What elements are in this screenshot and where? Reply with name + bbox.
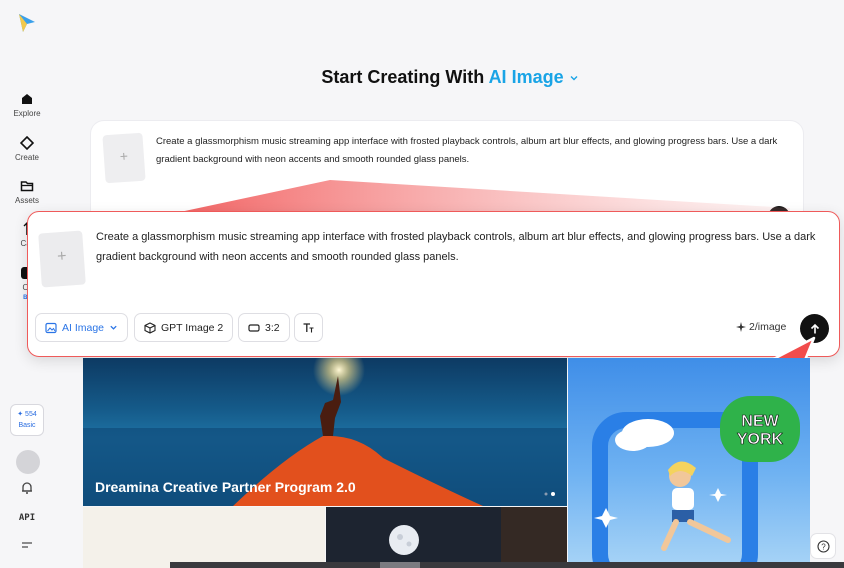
question-circle-icon: ?	[816, 539, 830, 553]
ratio-label: 3:2	[265, 321, 280, 334]
plus-icon: +	[56, 247, 68, 266]
promo-card[interactable]: NEW YORK	[568, 358, 810, 568]
chevron-down-icon	[110, 325, 117, 330]
gallery-tile[interactable]	[326, 507, 567, 568]
model-label: GPT Image 2	[161, 321, 224, 334]
horizontal-scrollbar[interactable]	[170, 562, 844, 568]
text-style-button[interactable]	[294, 313, 323, 342]
reference-image-upload[interactable]: +	[38, 230, 86, 288]
sparkle-icon	[736, 322, 746, 332]
svg-text:NEW: NEW	[741, 413, 779, 430]
promo-image: NEW YORK	[592, 396, 800, 568]
moon-image	[389, 507, 567, 568]
cost-label: 2/image	[749, 321, 787, 333]
featured-banner[interactable]: Dreamina Creative Partner Program 2.0	[83, 358, 567, 506]
image-icon	[45, 322, 57, 333]
mode-dropdown[interactable]: AI Image	[35, 313, 129, 342]
model-selector[interactable]: GPT Image 2	[134, 313, 234, 342]
cost-indicator: 2/image	[736, 321, 786, 333]
help-button[interactable]: ?	[810, 533, 836, 559]
svg-text:?: ?	[821, 542, 826, 551]
arrow-up-icon	[810, 323, 819, 333]
mode-label: AI Image	[62, 321, 105, 334]
scrollbar-thumb[interactable]	[380, 562, 420, 568]
aspect-ratio-selector[interactable]: 3:2	[238, 313, 290, 342]
banner-title: Dreamina Creative Partner Program 2.0	[95, 479, 356, 495]
carousel-dots[interactable]	[544, 492, 558, 496]
cube-icon	[144, 321, 156, 334]
prompt-input[interactable]: Create a glassmorphism music streaming a…	[96, 228, 830, 267]
ratio-icon	[248, 323, 260, 332]
gallery-tile[interactable]	[83, 507, 325, 568]
text-icon	[303, 322, 314, 332]
svg-text:YORK: YORK	[737, 431, 784, 448]
